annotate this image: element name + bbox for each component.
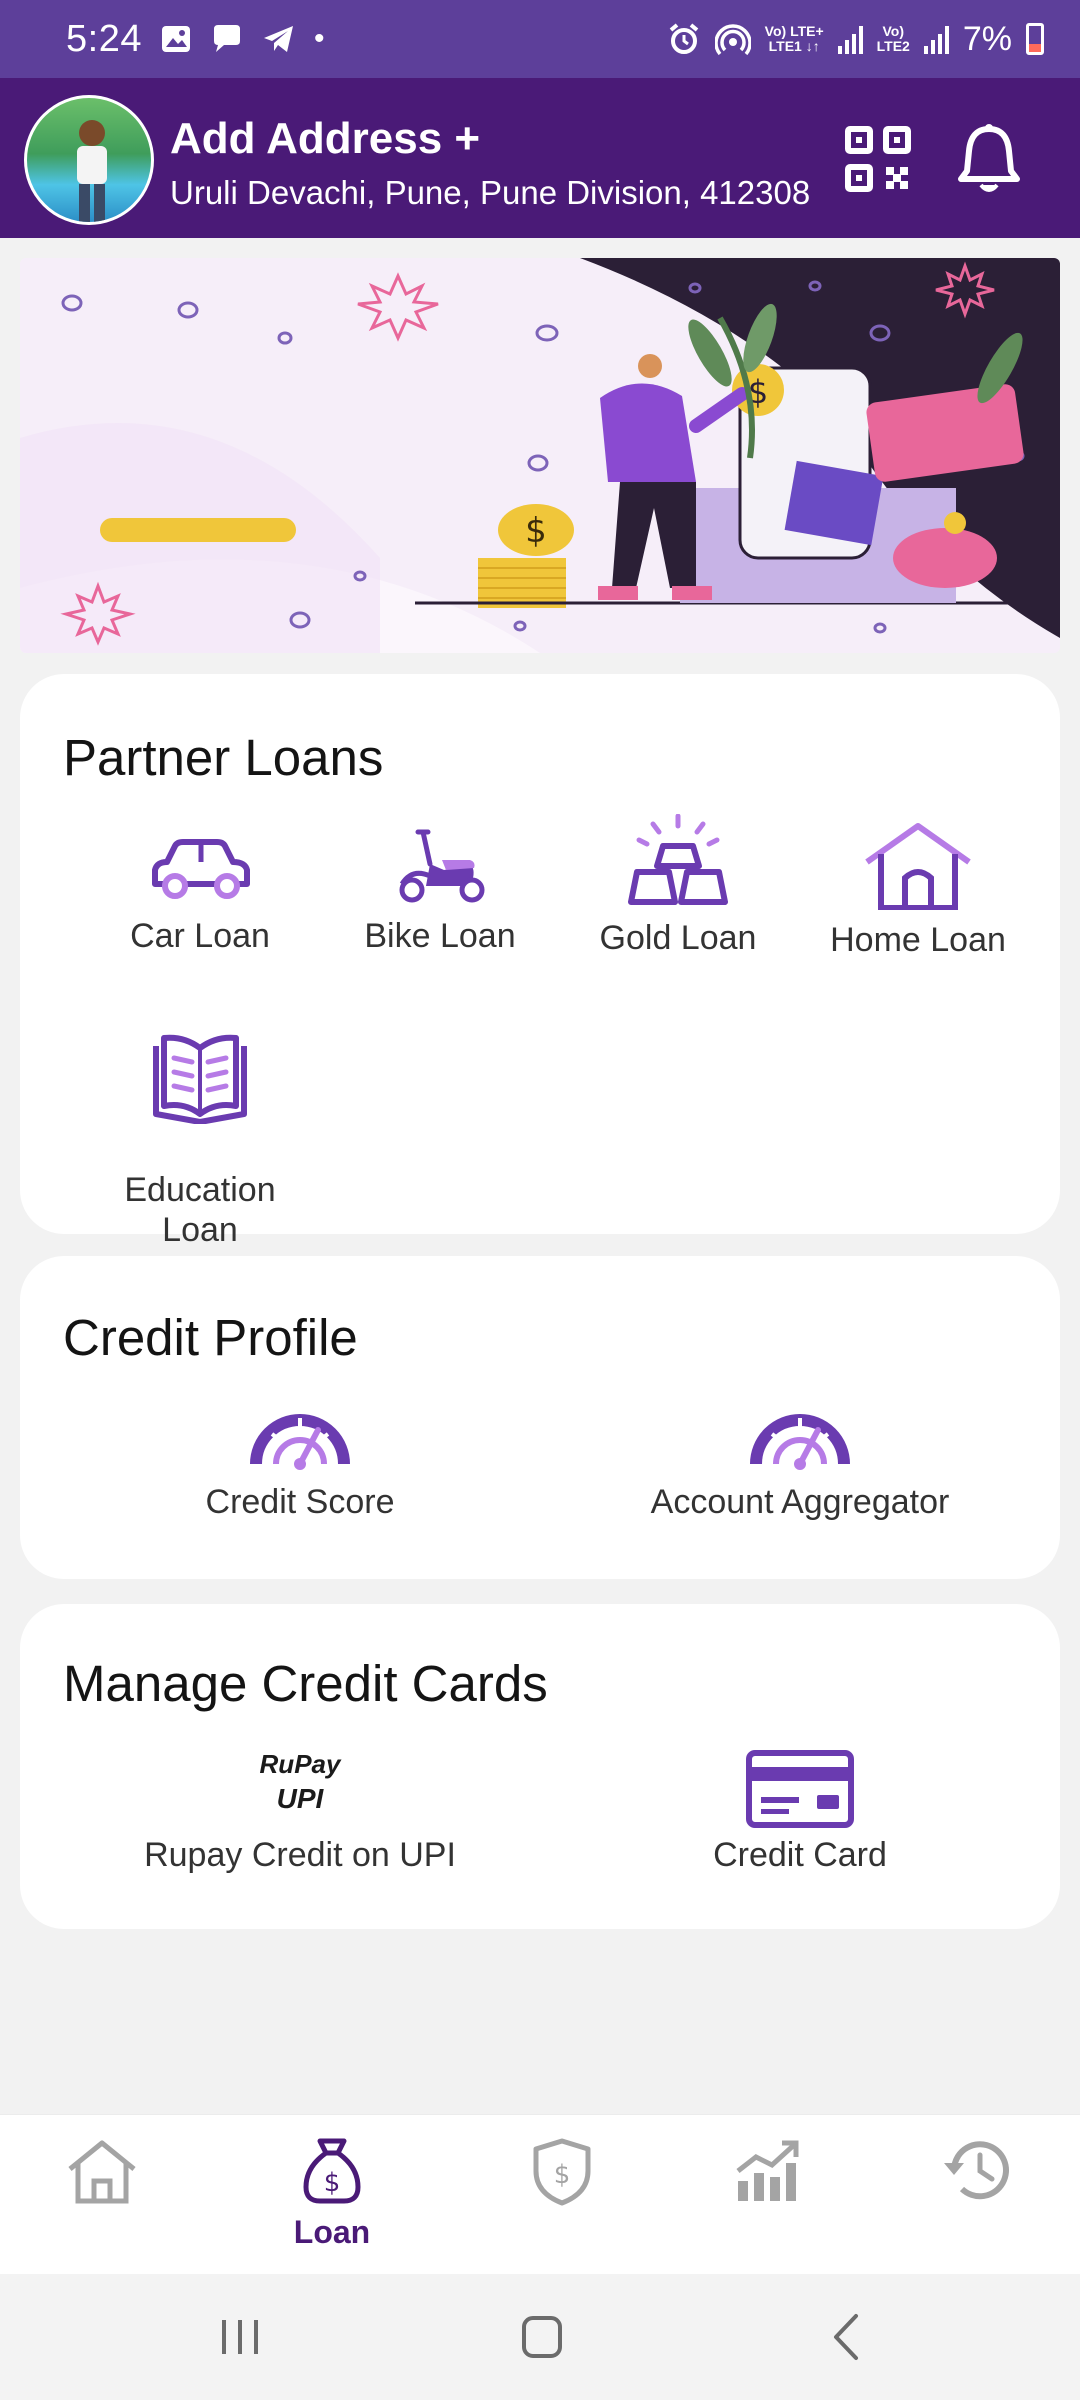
home-button-icon[interactable] xyxy=(512,2312,572,2362)
battery-icon xyxy=(1026,23,1044,55)
manage-credit-cards-card: Manage Credit Cards RuPay UPI Rupay Cred… xyxy=(20,1604,1060,1929)
manage-credit-cards-title: Manage Credit Cards xyxy=(63,1655,548,1712)
home-icon xyxy=(68,2140,136,2204)
home-loan-button[interactable]: Home Loan xyxy=(788,822,1048,960)
notification-dot: • xyxy=(313,22,325,55)
recent-apps-icon[interactable] xyxy=(210,2312,270,2362)
home-icon xyxy=(865,823,971,910)
credit-score-label: Credit Score xyxy=(205,1483,395,1521)
credit-card-button[interactable]: Credit Card xyxy=(590,1749,1010,1875)
credit-card-icon xyxy=(746,1750,854,1828)
credit-profile-title: Credit Profile xyxy=(63,1309,358,1366)
gold-bars-icon xyxy=(628,814,728,905)
shield-dollar-icon: $ xyxy=(533,2138,591,2206)
svg-text:$: $ xyxy=(324,2168,341,2198)
current-address[interactable]: Uruli Devachi, Pune, Pune Division, 4123… xyxy=(170,174,810,212)
car-loan-button[interactable]: Car Loan xyxy=(70,836,330,956)
gallery-icon xyxy=(161,26,190,52)
chat-icon xyxy=(213,25,240,52)
gold-loan-label: Gold Loan xyxy=(599,919,757,957)
hotspot-icon xyxy=(714,24,751,56)
signal-icon-2 xyxy=(923,24,949,54)
partner-loans-card: Partner Loans Car Loan Bike Loan Gold Lo… xyxy=(20,674,1060,1249)
partner-loans-title: Partner Loans xyxy=(63,729,384,786)
history-icon xyxy=(944,2141,1009,2200)
gauge-icon xyxy=(250,1414,350,1470)
rupay-credit-on-upi-button[interactable]: RuPay UPI Rupay Credit on UPI xyxy=(120,1749,480,1875)
gold-loan-button[interactable]: Gold Loan xyxy=(548,814,808,958)
back-icon[interactable] xyxy=(816,2312,876,2362)
education-loan-button[interactable]: Education Loan xyxy=(60,992,340,1290)
svg-text:$: $ xyxy=(554,2160,571,2190)
upi-logo-text: UPI xyxy=(276,1783,324,1814)
alarm-icon xyxy=(669,23,698,54)
rupay-credit-on-upi-label: Rupay Credit on UPI xyxy=(144,1836,456,1874)
add-address-button[interactable]: Add Address + xyxy=(170,114,480,164)
qr-code-icon[interactable] xyxy=(845,126,911,192)
nav-history[interactable] xyxy=(918,2137,1038,2208)
status-bar: 5:24 • Vo) LTE+ LTE1 ↓↑ Vo) LTE2 7% xyxy=(0,0,1080,78)
signal-icon xyxy=(837,24,863,54)
car-loan-label: Car Loan xyxy=(130,917,270,955)
gauge-icon xyxy=(750,1414,850,1470)
battery-percent: 7% xyxy=(962,19,1012,58)
loan-illustration: $ $ xyxy=(20,258,1060,653)
avatar[interactable] xyxy=(24,95,154,225)
rupay-upi-logo: RuPay UPI xyxy=(255,1749,345,1829)
telegram-icon xyxy=(263,26,293,52)
app-header: Add Address + Uruli Devachi, Pune, Pune … xyxy=(0,78,1080,238)
money-bag-icon: $ xyxy=(303,2138,361,2204)
nav-loan[interactable]: $ Loan xyxy=(272,2137,392,2251)
promo-banner[interactable]: $ $ xyxy=(20,258,1060,653)
credit-score-button[interactable]: Credit Score xyxy=(140,1406,460,1522)
education-loan-label: Education Loan xyxy=(124,1171,276,1249)
rupay-logo-text: RuPay xyxy=(259,1749,341,1779)
status-time: 5:24 xyxy=(66,17,142,60)
profile-photo xyxy=(77,120,107,222)
car-icon xyxy=(152,839,250,899)
bike-loan-button[interactable]: Bike Loan xyxy=(310,824,570,956)
system-navigation-bar xyxy=(0,2274,1080,2400)
home-loan-label: Home Loan xyxy=(830,921,1006,959)
sim1-label: Vo) LTE+ LTE1 ↓↑ xyxy=(764,23,824,54)
nav-home[interactable] xyxy=(42,2137,162,2212)
book-icon xyxy=(153,1034,247,1124)
bottom-navigation: $ Loan $ xyxy=(0,2114,1080,2274)
nav-insurance[interactable]: $ xyxy=(502,2137,622,2212)
growth-chart-icon xyxy=(736,2140,799,2201)
svg-text:$: $ xyxy=(525,511,547,551)
account-aggregator-button[interactable]: Account Aggregator xyxy=(590,1406,1010,1522)
nav-loan-label: Loan xyxy=(293,2214,371,2250)
bike-loan-label: Bike Loan xyxy=(364,917,516,955)
account-aggregator-label: Account Aggregator xyxy=(650,1483,950,1521)
sim2-label: Vo) LTE2 xyxy=(876,23,910,54)
notification-bell-icon[interactable] xyxy=(955,123,1023,195)
credit-card-label: Credit Card xyxy=(713,1836,887,1874)
credit-profile-card: Credit Profile Credit Score Account Aggr… xyxy=(20,1256,1060,1579)
nav-wealth[interactable] xyxy=(708,2137,828,2208)
scooter-icon xyxy=(399,829,485,903)
